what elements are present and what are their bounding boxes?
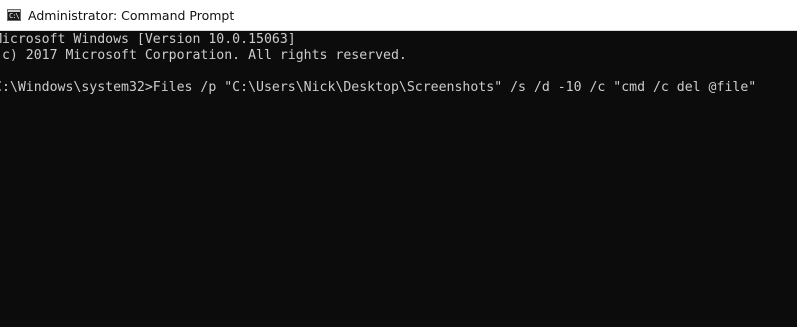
console-line-command[interactable]: C:\Windows\system32>Files /p "C:\Users\N… — [0, 80, 756, 96]
window-title: Administrator: Command Prompt — [28, 8, 235, 23]
console-line-copyright: (c) 2017 Microsoft Corporation. All righ… — [0, 48, 407, 63]
console-output[interactable]: Microsoft Windows [Version 10.0.15063] (… — [0, 31, 797, 327]
title-bar[interactable]: C:\ Administrator: Command Prompt — [0, 0, 797, 31]
cmd-icon-glyph: C:\ — [9, 12, 20, 20]
command-prompt-window: C:\ Administrator: Command Prompt Micros… — [0, 0, 797, 327]
console-line-version: Microsoft Windows [Version 10.0.15063] — [0, 32, 296, 47]
cmd-icon[interactable]: C:\ — [7, 9, 21, 21]
